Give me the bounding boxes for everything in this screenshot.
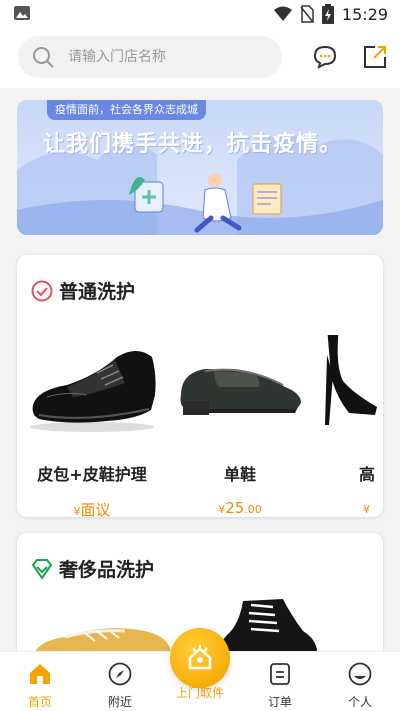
pickup-center-button[interactable]: [170, 628, 230, 688]
shoe-oxford-icon: [30, 351, 156, 432]
product-price: ¥面议: [73, 501, 111, 517]
tab-orders[interactable]: 订单: [240, 662, 320, 710]
shoe-heel-icon: [325, 327, 377, 425]
profile-icon: [348, 662, 372, 686]
section-title-text: 普通洗护: [59, 281, 136, 303]
home-icon: [30, 664, 50, 684]
no-sim-icon: [300, 5, 314, 23]
product-card[interactable]: 高 ¥: [313, 327, 383, 517]
product-name: 皮包+皮鞋护理: [37, 465, 147, 484]
banner-tag: 疫情面前，社会各界众志成城: [47, 100, 206, 120]
section-title: 普通洗护: [31, 277, 135, 304]
product-card[interactable]: 单鞋 ¥25.00: [175, 335, 305, 517]
gallery-icon: [14, 6, 30, 20]
share-icon[interactable]: [362, 44, 388, 70]
product-price: ¥25.00: [218, 499, 262, 517]
status-bar: 15:29: [0, 0, 400, 28]
tab-label: 附近: [107, 695, 132, 709]
product-price: ¥: [363, 503, 370, 516]
section-title-text: 奢侈品洗护: [59, 559, 155, 581]
order-icon: [270, 663, 290, 685]
battery-icon: [321, 4, 334, 24]
promo-banner[interactable]: 疫情面前，社会各界众志成城 让我们携手共进，抗击疫情。: [17, 100, 383, 235]
section-title: 奢侈品洗护: [31, 555, 154, 582]
compass-icon: [108, 662, 132, 686]
clock-time: 15:29: [341, 4, 388, 24]
tab-nearby[interactable]: 附近: [80, 662, 160, 710]
tab-label: 个人: [347, 695, 372, 709]
search-icon: [33, 47, 54, 68]
search-bar[interactable]: [18, 36, 282, 78]
product-image: [175, 335, 305, 445]
tab-home[interactable]: 首页: [0, 662, 80, 710]
banner-title: 让我们携手共进，抗击疫情。: [43, 132, 343, 157]
diamond-icon: [31, 558, 53, 580]
tab-profile[interactable]: 个人: [320, 662, 400, 710]
product-image: [313, 327, 383, 445]
tab-label: 首页: [27, 695, 52, 709]
search-input[interactable]: [68, 49, 258, 65]
shoe-loafer-icon: [180, 368, 301, 415]
clock-icon: [31, 280, 53, 301]
pickup-icon: [188, 645, 212, 670]
tab-label: 订单: [267, 695, 292, 709]
product-card[interactable]: 皮包+皮鞋护理 ¥面议: [27, 335, 157, 517]
product-image: [27, 335, 157, 445]
header: [0, 28, 400, 88]
product-name: 高: [359, 465, 376, 484]
message-icon[interactable]: [312, 44, 338, 70]
banner-illustration: [17, 135, 383, 235]
section-regular-care: 普通洗护 皮包+皮鞋护理 ¥面议 单鞋 ¥25.00 高 ¥: [17, 255, 383, 517]
wifi-icon: [273, 6, 292, 21]
product-name: 单鞋: [223, 465, 256, 484]
